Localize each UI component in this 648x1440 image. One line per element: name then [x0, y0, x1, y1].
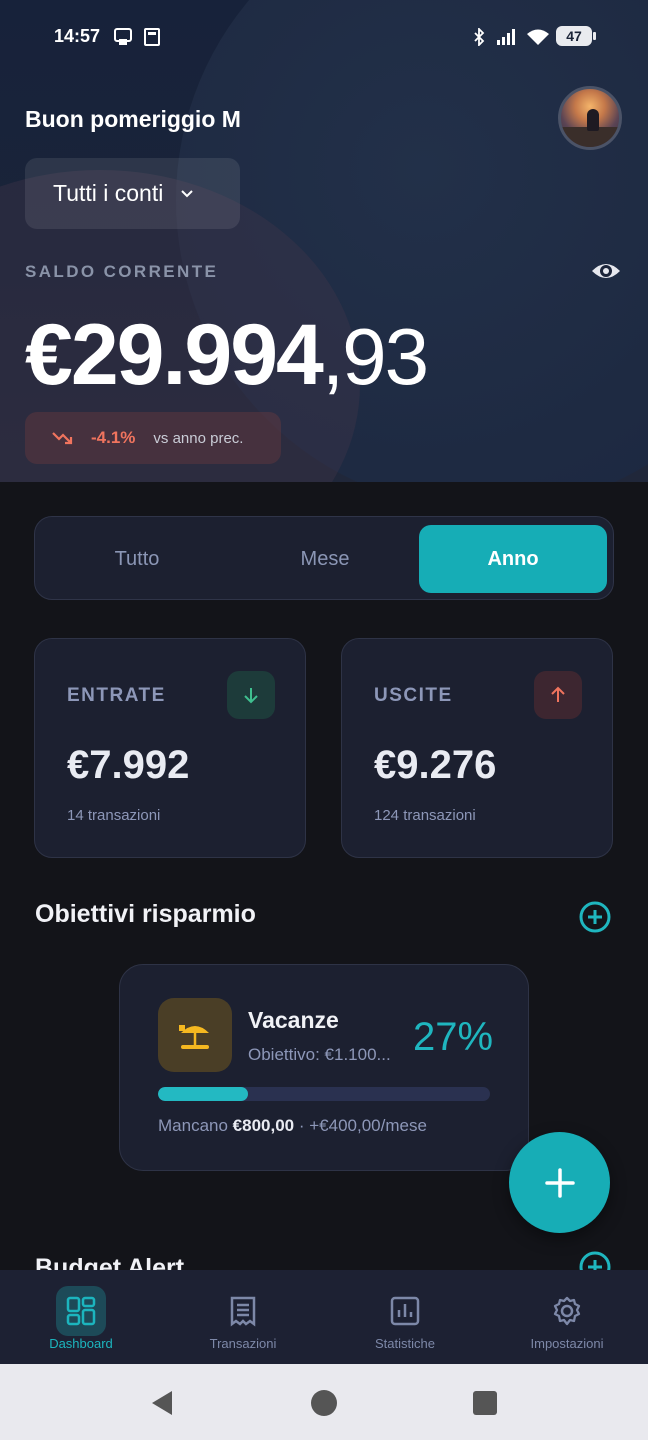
- income-amount: €7.992: [67, 743, 190, 787]
- goal-progress-fill: [158, 1087, 248, 1101]
- goal-footer: Mancano €800,00 · +€400,00/mese: [158, 1116, 427, 1136]
- goal-monthly: · +€400,00/mese: [298, 1116, 427, 1135]
- goal-remaining-label: Mancano: [158, 1116, 228, 1135]
- chart-icon: [380, 1286, 430, 1336]
- avatar-person: [587, 109, 599, 131]
- balance-amount: €29.994,93: [25, 306, 429, 405]
- balance-delta-badge: -4.1% vs anno prec.: [25, 412, 281, 464]
- balance-label: SALDO CORRENTE: [25, 262, 219, 281]
- nav-transazioni-label: Transazioni: [209, 1336, 277, 1351]
- expenses-card[interactable]: USCITE €9.276 124 transazioni: [341, 638, 613, 858]
- eye-icon[interactable]: [590, 258, 622, 284]
- nav-dashboard-label: Dashboard: [49, 1336, 113, 1351]
- dashboard-icon: [56, 1286, 106, 1336]
- nav-impostazioni-label: Impostazioni: [530, 1336, 604, 1351]
- beach-umbrella-icon: [158, 998, 232, 1072]
- tab-tutto[interactable]: Tutto: [43, 525, 231, 593]
- add-transaction-fab[interactable]: [509, 1132, 610, 1233]
- nav-statistiche-label: Statistiche: [375, 1336, 435, 1351]
- nav-transazioni[interactable]: Transazioni: [178, 1284, 308, 1360]
- income-title: ENTRATE: [67, 685, 166, 706]
- app-screen: 14:57 47 Buon pomeriggio M Tutti i conti…: [0, 0, 648, 1440]
- screenshot-icon: [144, 28, 160, 46]
- add-goal-icon[interactable]: [578, 900, 612, 934]
- receipt-icon: [218, 1286, 268, 1336]
- savings-section-title: Obiettivi risparmio: [35, 900, 256, 928]
- account-selector-label: Tutti i conti: [53, 180, 164, 206]
- avatar[interactable]: [558, 86, 622, 150]
- expenses-amount: €9.276: [374, 743, 497, 787]
- arrow-up-icon: [551, 686, 565, 702]
- balance-integer: €29.994: [25, 307, 324, 403]
- tab-anno[interactable]: Anno: [419, 525, 607, 593]
- goal-percent: 27%: [413, 1015, 494, 1059]
- income-badge: [227, 671, 275, 719]
- nav-statistiche[interactable]: Statistiche: [340, 1284, 470, 1360]
- expenses-badge: [534, 671, 582, 719]
- period-segmented-control: Tutto Mese Anno: [34, 516, 614, 600]
- battery-indicator: 47: [556, 26, 596, 46]
- notification-icon: [114, 28, 132, 45]
- tab-mese[interactable]: Mese: [231, 525, 419, 593]
- expenses-title: USCITE: [374, 685, 453, 706]
- back-icon[interactable]: [148, 1388, 178, 1418]
- goal-progress-track: [158, 1087, 490, 1101]
- greeting: Buon pomeriggio M: [25, 106, 241, 132]
- plus-icon: [544, 1167, 575, 1198]
- gear-icon: [542, 1286, 592, 1336]
- delta-percent: -4.1%: [91, 428, 136, 447]
- goal-remaining-amount: €800,00: [232, 1116, 295, 1135]
- home-icon[interactable]: [309, 1388, 339, 1418]
- arrow-down-icon: [244, 688, 258, 704]
- clock: 14:57: [54, 26, 101, 46]
- nav-dashboard[interactable]: Dashboard: [16, 1284, 146, 1360]
- chevron-down-icon: [181, 189, 194, 197]
- nav-impostazioni[interactable]: Impostazioni: [502, 1284, 632, 1360]
- trending-down-icon: [52, 432, 73, 445]
- goal-name: Vacanze: [248, 1007, 339, 1033]
- goal-target: Obiettivo: €1.100...: [248, 1045, 391, 1064]
- header-hero: 14:57 47 Buon pomeriggio M Tutti i conti…: [0, 0, 648, 482]
- income-card[interactable]: ENTRATE €7.992 14 transazioni: [34, 638, 306, 858]
- expenses-count: 124 transazioni: [374, 807, 476, 824]
- status-bar: 14:57 47: [0, 0, 648, 72]
- recents-icon[interactable]: [470, 1388, 500, 1418]
- delta-text: vs anno prec.: [153, 429, 244, 447]
- account-selector-button[interactable]: Tutti i conti: [25, 158, 240, 229]
- wifi-icon: [527, 29, 549, 45]
- signal-icon: [497, 29, 515, 45]
- bluetooth-icon: [474, 28, 485, 46]
- balance-decimal: ,93: [321, 312, 429, 401]
- system-navigation-bar: [0, 1364, 648, 1440]
- savings-goal-card[interactable]: Vacanze Obiettivo: €1.100... 27% Mancano…: [119, 964, 529, 1171]
- bottom-navigation: Dashboard Transazioni Statistiche Impost…: [0, 1270, 648, 1364]
- income-count: 14 transazioni: [67, 807, 161, 824]
